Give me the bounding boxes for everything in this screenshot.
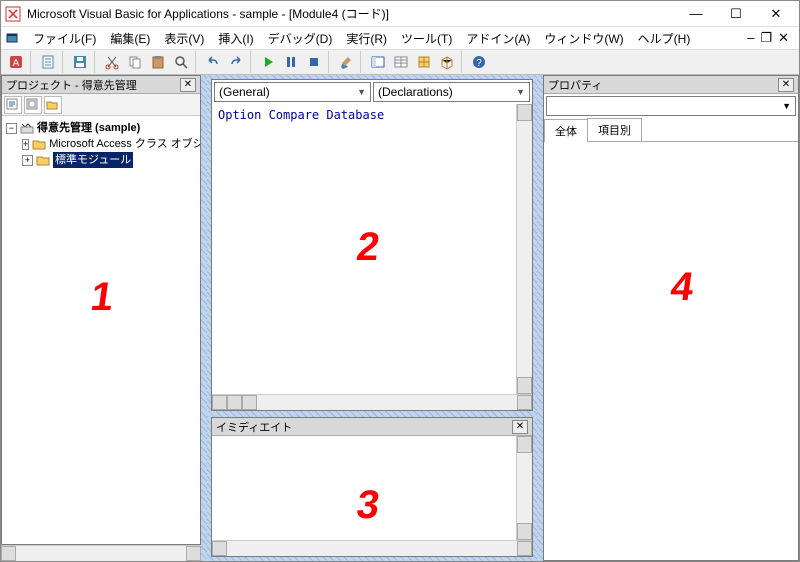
- project-pane-title: プロジェクト - 得意先管理 ✕: [2, 76, 200, 94]
- chevron-down-icon: ▼: [782, 101, 791, 111]
- copy-icon[interactable]: [124, 51, 146, 73]
- immediate-editor[interactable]: [212, 436, 516, 540]
- menu-window[interactable]: ウィンドウ(W): [538, 28, 629, 49]
- tree-item-label: 標準モジュール: [53, 152, 133, 168]
- project-pane-close-button[interactable]: ✕: [180, 78, 196, 92]
- project-hscroll[interactable]: [1, 545, 201, 561]
- view-access-icon[interactable]: A: [5, 51, 27, 73]
- chevron-down-icon: ▼: [357, 87, 366, 97]
- view-code-icon[interactable]: [4, 96, 22, 114]
- svg-text:?: ?: [476, 58, 482, 69]
- procedure-view-icon[interactable]: [212, 395, 227, 410]
- reset-icon[interactable]: [303, 51, 325, 73]
- expand-icon[interactable]: +: [22, 155, 33, 166]
- immediate-vscroll[interactable]: [516, 436, 532, 540]
- procedure-combo-value: (Declarations): [378, 85, 453, 99]
- tree-item[interactable]: + Microsoft Access クラス オブジェ: [4, 136, 198, 152]
- object-combo[interactable]: (General) ▼: [214, 82, 371, 102]
- properties-grid[interactable]: [544, 142, 798, 560]
- design-mode-icon[interactable]: [335, 51, 357, 73]
- tree-root-item[interactable]: − 得意先管理 (sample): [4, 120, 198, 136]
- svg-text:A: A: [13, 58, 20, 69]
- project-pane-toolbar: [2, 94, 200, 116]
- code-editor[interactable]: Option Compare Database: [212, 104, 516, 394]
- project-icon: [20, 122, 34, 134]
- folder-icon: [36, 154, 50, 166]
- mdi-minimize-button[interactable]: –: [747, 30, 754, 46]
- properties-icon[interactable]: [390, 51, 412, 73]
- app-icon: [5, 6, 21, 22]
- properties-object-combo[interactable]: ▼: [546, 96, 796, 116]
- titlebar: Microsoft Visual Basic for Applications …: [1, 1, 799, 27]
- view-object-icon[interactable]: [24, 96, 42, 114]
- immediate-hscroll[interactable]: [212, 540, 532, 556]
- mdi-icon[interactable]: [5, 30, 21, 47]
- immediate-pane-title: イミディエイト ✕: [212, 418, 532, 436]
- menu-addin[interactable]: アドイン(A): [460, 28, 536, 49]
- project-pane-title-text: プロジェクト - 得意先管理: [6, 77, 137, 93]
- object-combo-value: (General): [219, 85, 270, 99]
- maximize-button[interactable]: ☐: [723, 3, 749, 25]
- full-module-view-icon[interactable]: [227, 395, 242, 410]
- folder-icon: [32, 138, 46, 150]
- properties-tabs: 全体 項目別: [544, 118, 798, 142]
- menubar: ファイル(F) 編集(E) 表示(V) 挿入(I) デバッグ(D) 実行(R) …: [1, 27, 799, 49]
- toolbox-icon[interactable]: [436, 51, 458, 73]
- menu-run[interactable]: 実行(R): [340, 28, 393, 49]
- menu-help[interactable]: ヘルプ(H): [632, 28, 697, 49]
- procedure-combo[interactable]: (Declarations) ▼: [373, 82, 530, 102]
- toggle-folders-icon[interactable]: [44, 96, 62, 114]
- code-header: (General) ▼ (Declarations) ▼: [212, 80, 532, 104]
- mdi-close-button[interactable]: ✕: [778, 30, 789, 46]
- run-icon[interactable]: [257, 51, 279, 73]
- toolbar: A ?: [1, 49, 799, 75]
- expand-icon[interactable]: +: [22, 139, 29, 150]
- tree-item-label: Microsoft Access クラス オブジェ: [49, 136, 200, 152]
- cut-icon[interactable]: [101, 51, 123, 73]
- insert-module-icon[interactable]: [37, 51, 59, 73]
- properties-pane-title: プロパティ ✕: [544, 76, 798, 94]
- close-button[interactable]: ✕: [763, 3, 789, 25]
- redo-icon[interactable]: [225, 51, 247, 73]
- immediate-pane-close-button[interactable]: ✕: [512, 420, 528, 434]
- tree-item-selected[interactable]: + 標準モジュール: [4, 152, 198, 168]
- menu-tools[interactable]: ツール(T): [395, 28, 458, 49]
- code-vscroll[interactable]: [516, 104, 532, 394]
- minimize-button[interactable]: —: [683, 3, 709, 25]
- properties-pane-title-text: プロパティ: [548, 77, 602, 93]
- client-area: プロジェクト - 得意先管理 ✕ − 得意先管理 (sample) + Micr…: [1, 75, 799, 561]
- project-tree[interactable]: − 得意先管理 (sample) + Microsoft Access クラス …: [2, 116, 200, 544]
- tree-root-label: 得意先管理 (sample): [37, 122, 140, 134]
- tab-alphabetic[interactable]: 全体: [544, 119, 588, 142]
- properties-pane-close-button[interactable]: ✕: [778, 78, 794, 92]
- tab-categorized[interactable]: 項目別: [587, 118, 642, 141]
- menu-insert[interactable]: 挿入(I): [212, 28, 259, 49]
- project-explorer-icon[interactable]: [367, 51, 389, 73]
- mdi-restore-button[interactable]: ❐: [760, 30, 772, 46]
- code-hscroll[interactable]: [212, 394, 532, 410]
- object-browser-icon[interactable]: [413, 51, 435, 73]
- menu-file[interactable]: ファイル(F): [27, 28, 102, 49]
- collapse-icon[interactable]: −: [6, 123, 17, 134]
- chevron-down-icon: ▼: [516, 87, 525, 97]
- help-icon[interactable]: ?: [468, 51, 490, 73]
- paste-icon[interactable]: [147, 51, 169, 73]
- undo-icon[interactable]: [202, 51, 224, 73]
- menu-debug[interactable]: デバッグ(D): [262, 28, 339, 49]
- save-icon[interactable]: [69, 51, 91, 73]
- menu-edit[interactable]: 編集(E): [104, 28, 156, 49]
- immediate-pane-title-text: イミディエイト: [216, 419, 292, 435]
- find-icon[interactable]: [170, 51, 192, 73]
- window-title: Microsoft Visual Basic for Applications …: [27, 5, 683, 22]
- break-icon[interactable]: [280, 51, 302, 73]
- menu-view[interactable]: 表示(V): [158, 28, 210, 49]
